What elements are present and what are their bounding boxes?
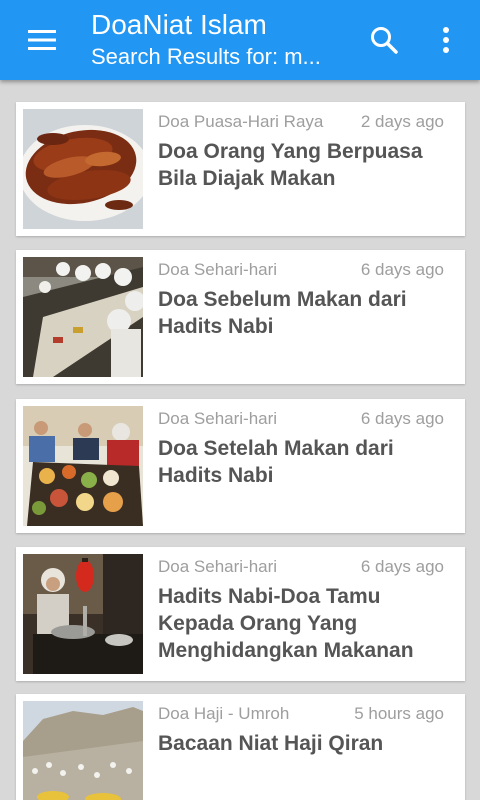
host-serving-photo <box>23 554 143 674</box>
result-card[interactable]: Doa Haji - Umroh 5 hours ago Bacaan Niat… <box>16 694 465 800</box>
post-time: 6 days ago <box>360 557 444 576</box>
post-meta: Doa Sehari-hari 6 days ago <box>158 260 444 284</box>
app-title: DoaNiat Islam <box>91 9 267 40</box>
post-time: 6 days ago <box>360 409 444 428</box>
search-button[interactable] <box>362 18 406 62</box>
post-title[interactable]: Bacaan Niat Haji Qiran <box>158 730 448 757</box>
post-category: Doa Puasa-Hari Raya <box>158 112 324 131</box>
result-card[interactable]: Doa Puasa-Hari Raya 2 days ago Doa Orang… <box>16 102 465 236</box>
result-card[interactable]: Doa Sehari-hari 6 days ago Hadits Nabi-D… <box>16 547 465 681</box>
search-icon <box>371 27 398 54</box>
post-category: Doa Sehari-hari <box>158 409 278 428</box>
post-title[interactable]: Doa Setelah Makan dari Hadits Nabi <box>158 435 448 489</box>
grilled-fish-photo <box>23 109 143 229</box>
post-meta: Doa Haji - Umroh 5 hours ago <box>158 704 444 728</box>
family-dinner-photo <box>23 406 143 526</box>
post-meta: Doa Sehari-hari 6 days ago <box>158 409 444 433</box>
post-meta: Doa Sehari-hari 6 days ago <box>158 557 444 581</box>
post-title[interactable]: Doa Sebelum Makan dari Hadits Nabi <box>158 286 448 340</box>
post-time: 2 days ago <box>360 112 444 131</box>
result-card[interactable]: Doa Sehari-hari 6 days ago Doa Sebelum M… <box>16 250 465 384</box>
post-category: Doa Sehari-hari <box>158 557 278 576</box>
title-block: DoaNiat Islam Search Results for: m... <box>91 8 353 72</box>
post-title[interactable]: Hadits Nabi-Doa Tamu Kepada Orang Yang M… <box>158 583 448 664</box>
post-category: Doa Sehari-hari <box>158 260 278 279</box>
post-category: Doa Haji - Umroh <box>158 704 290 723</box>
post-title[interactable]: Doa Orang Yang Berpuasa Bila Diajak Maka… <box>158 138 448 192</box>
more-options-button[interactable] <box>426 18 466 62</box>
menu-button[interactable] <box>20 20 64 60</box>
search-subtitle: Search Results for: m... <box>91 44 321 69</box>
post-meta: Doa Puasa-Hari Raya 2 days ago <box>158 112 444 136</box>
hajj-pilgrims-photo <box>23 701 143 800</box>
app-bar: DoaNiat Islam Search Results for: m... <box>0 0 480 80</box>
hamburger-menu-icon <box>28 30 56 50</box>
communal-meal-photo <box>23 257 143 377</box>
post-time: 6 days ago <box>360 260 444 279</box>
post-time: 5 hours ago <box>354 704 444 723</box>
result-card[interactable]: Doa Sehari-hari 6 days ago Doa Setelah M… <box>16 399 465 533</box>
results-list[interactable]: Doa Puasa-Hari Raya 2 days ago Doa Orang… <box>0 80 480 800</box>
more-vertical-icon <box>443 27 449 53</box>
